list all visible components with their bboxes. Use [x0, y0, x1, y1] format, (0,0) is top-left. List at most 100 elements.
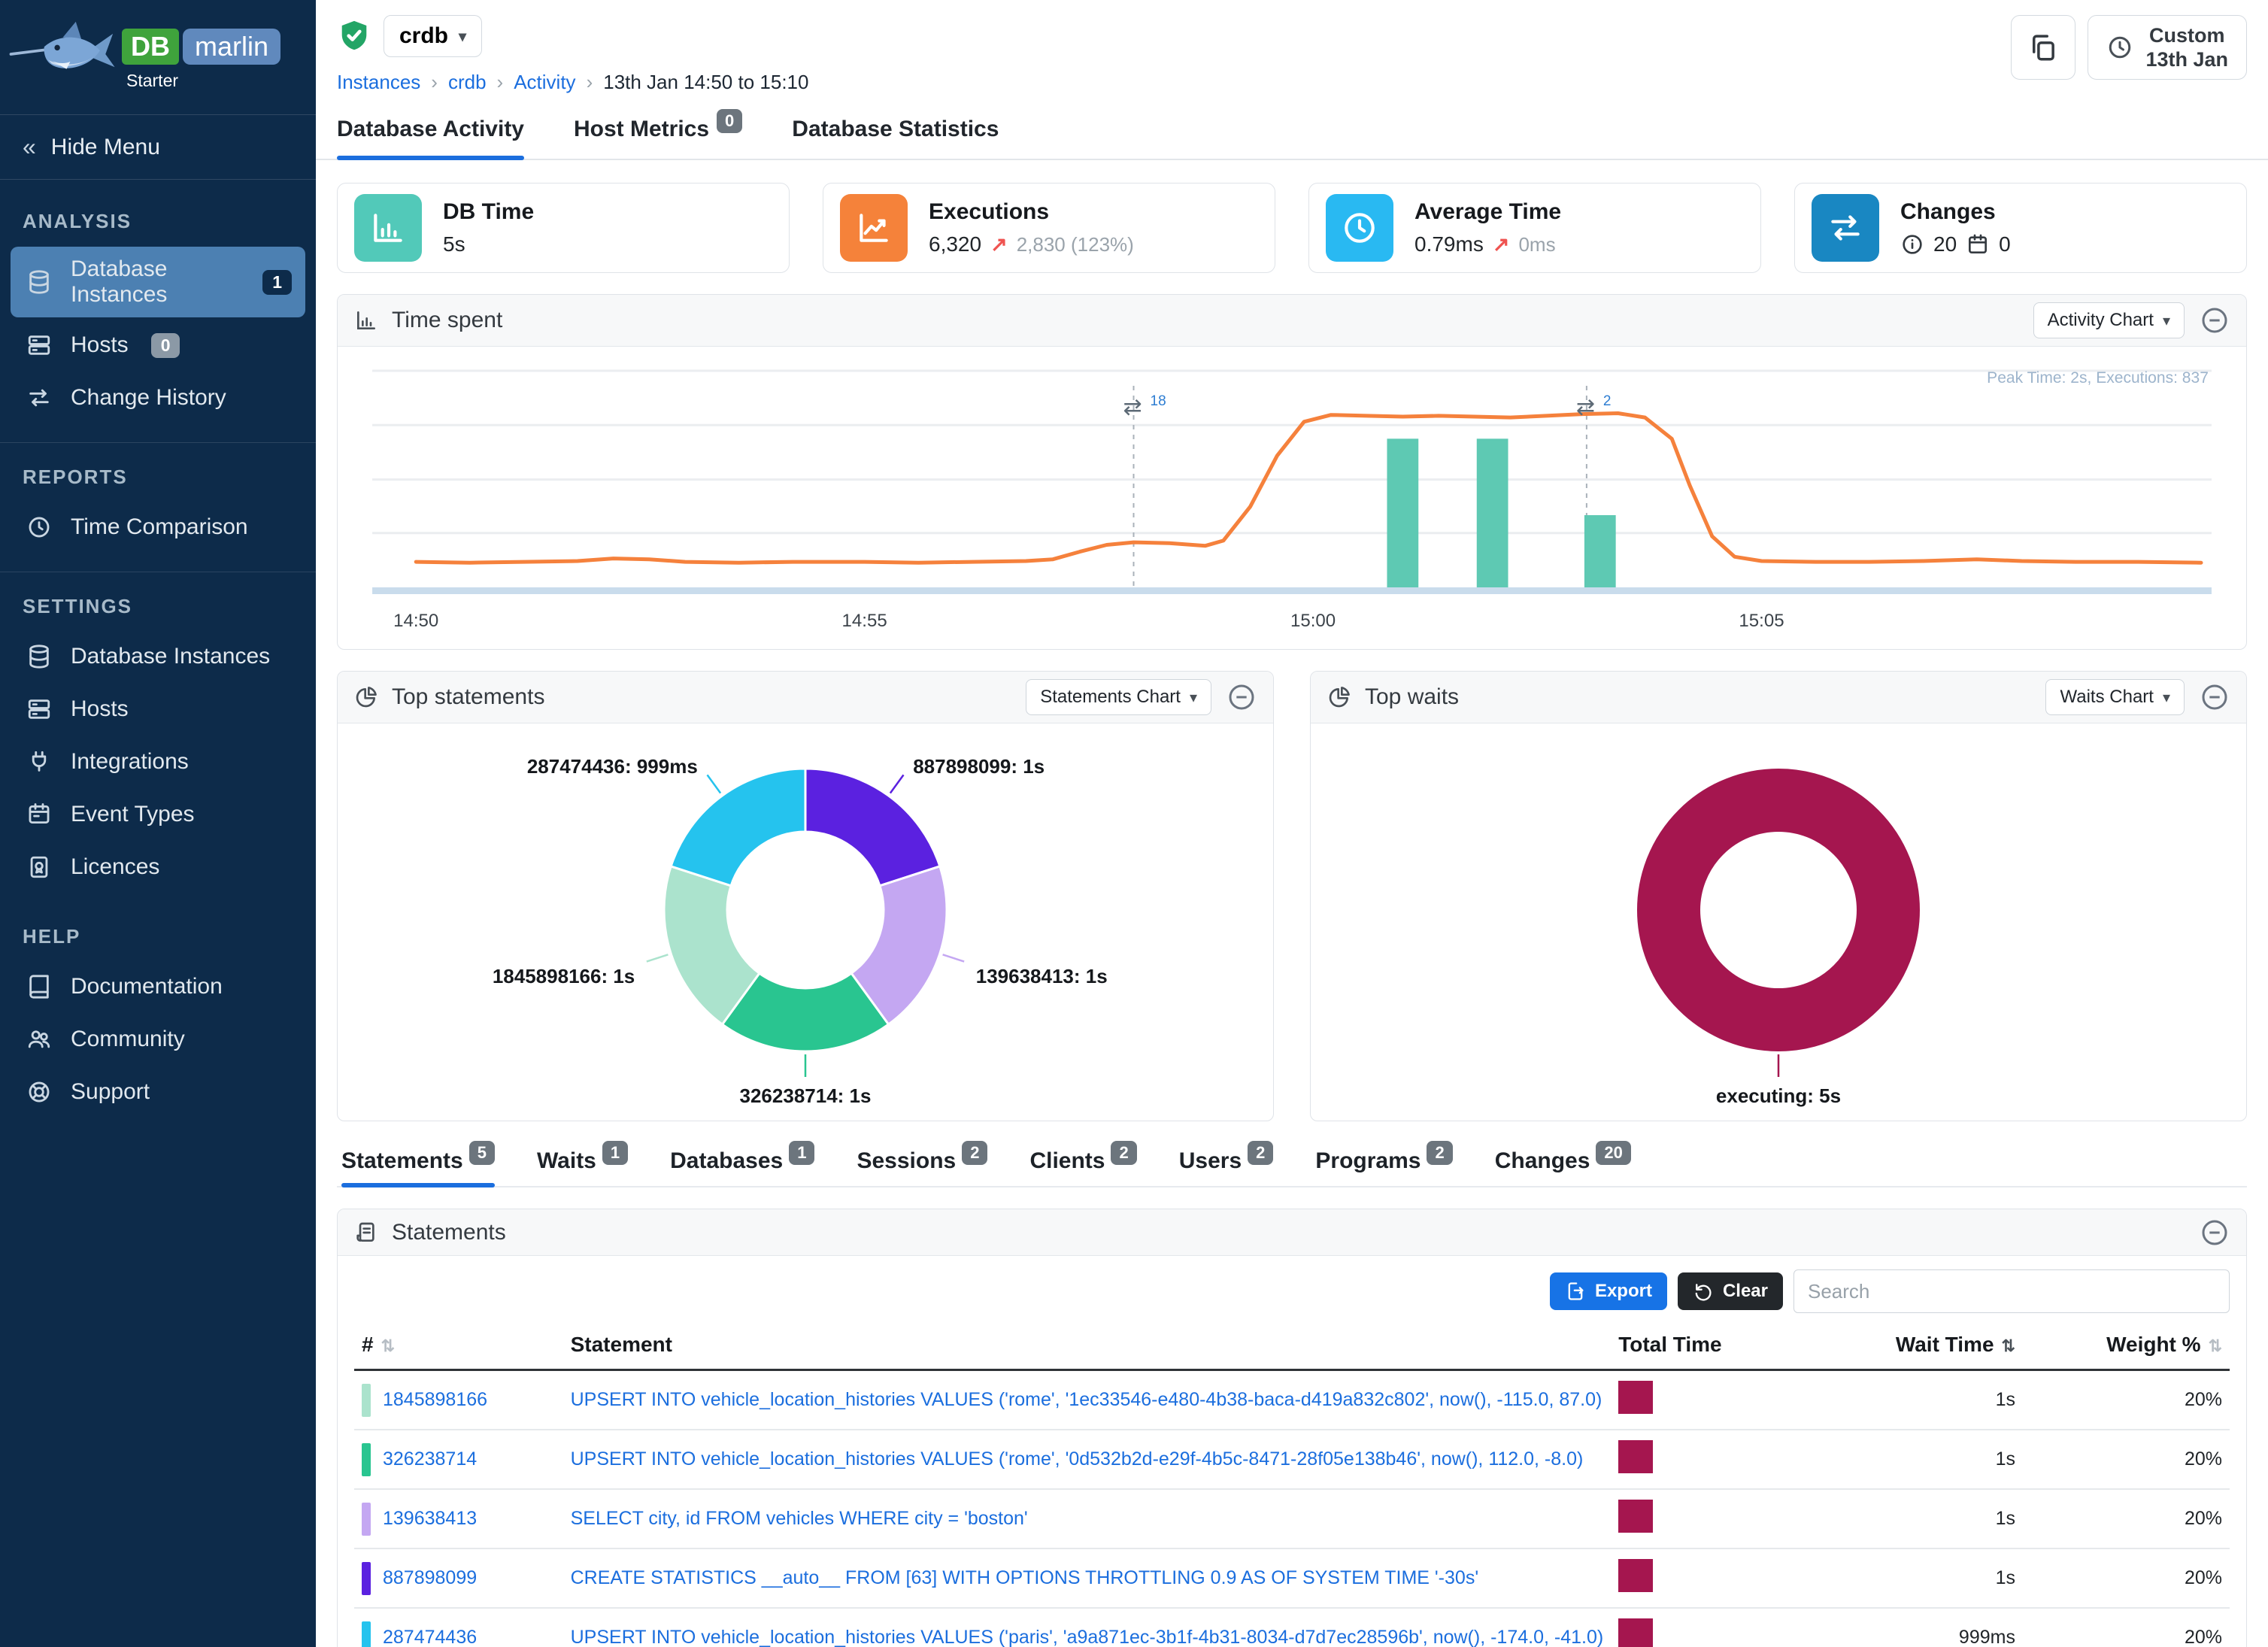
chevron-down-icon: ▾ — [2163, 311, 2170, 330]
kpi-value: 6,320 — [929, 232, 981, 256]
kpi-card-executions: Executions6,320↗2,830 (123%) — [823, 183, 1275, 273]
donut-label: executing: 5s — [1716, 1084, 1841, 1107]
time-spent-chart[interactable]: ⇄18⇄214:5014:5515:0015:05Peak Time: 2s, … — [350, 350, 2234, 645]
breadcrumb-link[interactable]: Activity — [514, 71, 575, 94]
statement-cell: SELECT city, id FROM vehicles WHERE city… — [563, 1489, 1612, 1548]
detail-tab-sessions[interactable]: Sessions2 — [857, 1148, 987, 1186]
column-header-wait-time[interactable]: Wait Time ⇅ — [1755, 1321, 2023, 1370]
collapse-top-waits-button[interactable] — [2200, 682, 2230, 712]
statement-link[interactable]: UPSERT INTO vehicle_location_histories V… — [571, 1627, 1604, 1647]
column-header-label: Wait Time — [1896, 1333, 1994, 1356]
detail-tab-statements[interactable]: Statements5 — [341, 1148, 495, 1186]
sidebar-item-change-history[interactable]: Change History — [11, 373, 305, 423]
breadcrumb-link[interactable]: crdb — [448, 71, 487, 94]
tab-label: Programs — [1315, 1148, 1421, 1174]
donut-slice-287474436[interactable] — [671, 769, 805, 886]
sidebar-item-hosts[interactable]: Hosts — [11, 684, 305, 734]
sort-icon[interactable]: ⇅ — [2002, 1336, 2015, 1355]
sidebar: DB marlin Starter « Hide Menu ANALYSISDa… — [0, 0, 316, 1647]
detail-tab-clients[interactable]: Clients2 — [1029, 1148, 1136, 1186]
sidebar-item-licences[interactable]: Licences — [11, 842, 305, 892]
sidebar-item-integrations[interactable]: Integrations — [11, 737, 305, 787]
sidebar-item-documentation[interactable]: Documentation — [11, 962, 305, 1012]
svg-text:14:55: 14:55 — [842, 611, 887, 631]
event-icon — [24, 799, 54, 830]
column-header-label: Weight % — [2106, 1333, 2200, 1356]
clear-button[interactable]: Clear — [1678, 1272, 1783, 1310]
donut-slice-887898099[interactable] — [805, 769, 940, 886]
donut-slice-executing[interactable] — [1669, 800, 1888, 1020]
collapse-top-statements-button[interactable] — [1226, 682, 1257, 712]
sidebar-nav: ANALYSISDatabase Instances1Hosts0Change … — [0, 180, 316, 1647]
sidebar-item-database-instances[interactable]: Database Instances1 — [11, 247, 305, 317]
kpi-info-count: 20 — [1933, 232, 1957, 256]
sidebar-item-support[interactable]: Support — [11, 1067, 305, 1117]
detail-tab-databases[interactable]: Databases1 — [670, 1148, 814, 1186]
time-range-button[interactable]: Custom 13th Jan — [2088, 15, 2247, 80]
tab-badge: 5 — [469, 1141, 495, 1165]
statement-id-link[interactable]: 1845898166 — [362, 1384, 556, 1417]
sort-icon[interactable]: ⇅ — [2209, 1336, 2222, 1355]
detail-tab-programs[interactable]: Programs2 — [1315, 1148, 1452, 1186]
statement-link[interactable]: UPSERT INTO vehicle_location_histories V… — [571, 1448, 1584, 1470]
waits-chart-select[interactable]: Waits Chart▾ — [2045, 679, 2185, 715]
total-time-cell — [1611, 1370, 1755, 1430]
change-event-marker[interactable]: ⇄2 — [1576, 393, 1612, 420]
logo-marlin-badge: marlin — [183, 29, 280, 65]
statement-link[interactable]: SELECT city, id FROM vehicles WHERE city… — [571, 1508, 1028, 1529]
time-range-date: 13th Jan — [2145, 48, 2228, 71]
instance-selector-button[interactable]: crdb ▾ — [384, 15, 482, 57]
tab-database-activity[interactable]: Database Activity — [337, 117, 524, 159]
tab-host-metrics[interactable]: Host Metrics0 — [574, 117, 742, 159]
total-time-cell — [1611, 1608, 1755, 1647]
detail-tab-users[interactable]: Users2 — [1179, 1148, 1274, 1186]
copy-link-button[interactable] — [2011, 15, 2075, 80]
sidebar-item-database-instances[interactable]: Database Instances — [11, 632, 305, 681]
kpi-title: Average Time — [1414, 199, 1561, 225]
statement-id-link[interactable]: 287474436 — [362, 1621, 556, 1647]
topbar: crdb ▾ Instances›crdb›Activity›13th Jan … — [316, 0, 2268, 94]
statement-id-link[interactable]: 887898099 — [362, 1562, 556, 1595]
sidebar-section: HELPDocumentationCommunitySupport — [0, 902, 316, 1127]
export-button[interactable]: Export — [1550, 1272, 1667, 1310]
detail-tab-waits[interactable]: Waits1 — [537, 1148, 628, 1186]
top-statements-title: Top statements — [392, 684, 544, 710]
top-waits-donut[interactable]: executing: 5s — [1311, 723, 2246, 1121]
kpi-value-row: 6,320↗2,830 (123%) — [929, 232, 1134, 256]
scroll-icon — [354, 1221, 378, 1245]
tab-badge: 2 — [962, 1141, 987, 1165]
column-header-weight-[interactable]: Weight % ⇅ — [2023, 1321, 2230, 1370]
sort-icon[interactable]: ⇅ — [381, 1336, 395, 1355]
change-event-marker[interactable]: ⇄18 — [1123, 393, 1166, 420]
statement-link[interactable]: CREATE STATISTICS __auto__ FROM [63] WIT… — [571, 1567, 1478, 1588]
statement-color-swatch — [362, 1621, 371, 1647]
tab-label: Sessions — [857, 1148, 956, 1174]
sidebar-item-time-comparison[interactable]: Time Comparison — [11, 502, 305, 552]
search-input[interactable] — [1793, 1269, 2230, 1313]
detail-tab-changes[interactable]: Changes20 — [1495, 1148, 1631, 1186]
app-logo: DB marlin Starter — [0, 0, 316, 95]
sidebar-item-event-types[interactable]: Event Types — [11, 790, 305, 839]
sidebar-section: ANALYSISDatabase Instances1Hosts0Change … — [0, 187, 316, 433]
top-statements-donut[interactable]: 887898099: 1s139638413: 1s326238714: 1s1… — [338, 723, 1273, 1121]
collapse-time-spent-button[interactable] — [2200, 305, 2230, 335]
statement-id-link[interactable]: 139638413 — [362, 1503, 556, 1536]
statement-link[interactable]: UPSERT INTO vehicle_location_histories V… — [571, 1389, 1602, 1410]
statement-id-link[interactable]: 326238714 — [362, 1443, 556, 1476]
statements-chart-select[interactable]: Statements Chart▾ — [1026, 679, 1211, 715]
breadcrumb: Instances›crdb›Activity›13th Jan 14:50 t… — [337, 71, 808, 94]
svg-text:15:05: 15:05 — [1739, 611, 1784, 631]
statement-id-cell: 287474436 — [354, 1608, 563, 1647]
pie-chart-icon — [1327, 685, 1351, 709]
collapse-statements-button[interactable] — [2200, 1218, 2230, 1248]
support-icon — [24, 1077, 54, 1107]
tab-database-statistics[interactable]: Database Statistics — [792, 117, 999, 159]
statement-id-cell: 139638413 — [354, 1489, 563, 1548]
column-header--[interactable]: #⇅ — [354, 1321, 563, 1370]
activity-chart-select[interactable]: Activity Chart▾ — [2033, 302, 2185, 338]
sidebar-item-hosts[interactable]: Hosts0 — [11, 320, 305, 370]
sidebar-item-community[interactable]: Community — [11, 1015, 305, 1064]
hide-menu-button[interactable]: « Hide Menu — [0, 114, 316, 180]
kpi-card-average-time: Average Time0.79ms↗0ms — [1308, 183, 1761, 273]
breadcrumb-link[interactable]: Instances — [337, 71, 420, 94]
